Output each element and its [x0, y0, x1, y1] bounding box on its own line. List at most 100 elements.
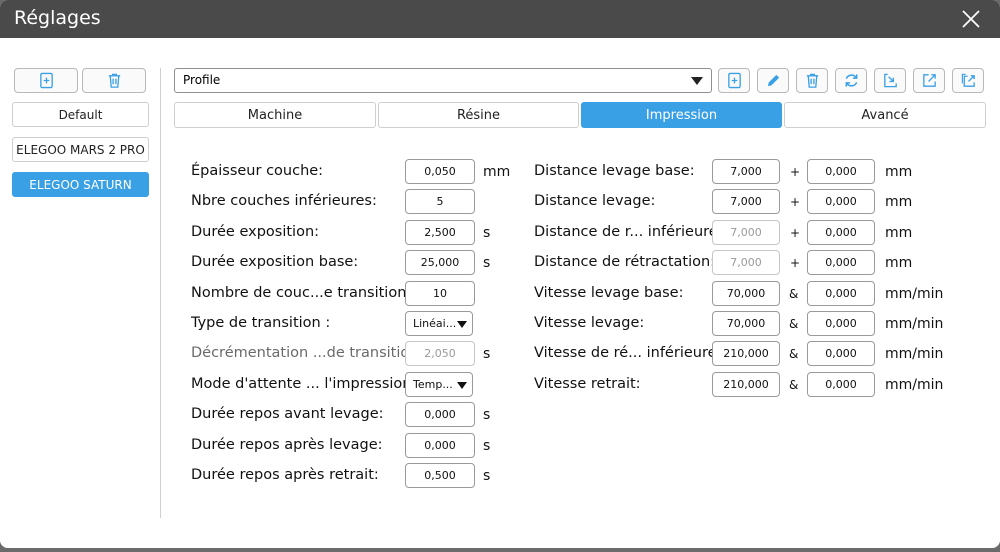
- add-icon: [39, 72, 53, 89]
- bottom-layers-input[interactable]: 5: [405, 189, 475, 214]
- lift-speed-extra-input[interactable]: 0,000: [807, 311, 875, 336]
- param-label: Mode d'attente ... l'impression :: [191, 376, 421, 392]
- chevron-down-icon: [691, 77, 703, 85]
- retract-distance-input: 7,000: [712, 250, 780, 275]
- base-lift-distance-input[interactable]: 7,000: [712, 159, 780, 184]
- profile-select-value: Profile: [183, 73, 221, 87]
- chevron-down-icon: [457, 321, 467, 328]
- import-button[interactable]: [874, 68, 906, 93]
- tab-label: Avancé: [861, 107, 909, 123]
- chevron-down-icon: [457, 382, 467, 389]
- bottom-retract-distance-input: 7,000: [712, 220, 780, 245]
- rest-before-lift-input[interactable]: 0,000: [405, 402, 475, 427]
- param-label: Durée repos avant levage:: [191, 406, 384, 422]
- delete-button[interactable]: [796, 68, 828, 93]
- layer-thickness-input[interactable]: 0,050: [405, 159, 475, 184]
- transition-decrement-input: 2,050: [405, 341, 475, 366]
- param-unit: s: [483, 225, 491, 241]
- profile-item-elegoo-saturn[interactable]: ELEGOO SATURN: [12, 172, 149, 197]
- profile-label: ELEGOO MARS 2 PRO: [16, 142, 145, 157]
- transition-layers-input[interactable]: 10: [405, 281, 475, 306]
- tab-label: Résine: [456, 107, 501, 123]
- lift-distance-extra-input[interactable]: 0,000: [807, 189, 875, 214]
- tab-label: Machine: [247, 107, 303, 123]
- add-button[interactable]: [718, 68, 750, 93]
- base-lift-speed-extra-input[interactable]: 0,000: [807, 281, 875, 306]
- import-icon: [883, 73, 897, 88]
- retract-speed-input[interactable]: 210,000: [712, 372, 780, 397]
- sidebar-divider: [160, 68, 161, 518]
- profile-item-elegoo-mars-2-pro[interactable]: ELEGOO MARS 2 PRO: [12, 137, 149, 162]
- param-operator: &: [789, 347, 799, 361]
- tab-resine[interactable]: Résine: [378, 102, 579, 128]
- param-unit: mm: [483, 164, 511, 180]
- param-label: Durée repos après levage:: [191, 437, 383, 453]
- param-operator: &: [789, 287, 799, 301]
- close-button[interactable]: [960, 8, 982, 30]
- bottom-retract-distance-extra-input[interactable]: 0,000: [807, 220, 875, 245]
- profile-select[interactable]: Profile: [174, 68, 712, 93]
- export-button[interactable]: [913, 68, 945, 93]
- transition-type-select[interactable]: Linéai...: [405, 311, 473, 336]
- param-label: Vitesse retrait:: [534, 376, 641, 392]
- param-label: Vitesse levage base:: [534, 285, 684, 301]
- close-icon: [962, 10, 980, 28]
- param-unit: mm/min: [885, 377, 944, 393]
- param-operator: +: [790, 195, 801, 209]
- trash-icon: [806, 73, 818, 88]
- refresh-button[interactable]: [835, 68, 867, 93]
- param-unit: mm: [885, 255, 913, 271]
- profile-label: Default: [58, 107, 103, 122]
- window-title: Réglages: [14, 7, 101, 29]
- exposure-time-input[interactable]: 2,500: [405, 220, 475, 245]
- lift-distance-input[interactable]: 7,000: [712, 189, 780, 214]
- param-label: Durée exposition:: [191, 224, 320, 240]
- param-label: Vitesse levage:: [534, 315, 645, 331]
- rest-after-retract-input[interactable]: 0,500: [405, 463, 475, 488]
- param-unit: mm/min: [885, 316, 944, 332]
- param-unit: s: [483, 255, 491, 271]
- base-lift-distance-extra-input[interactable]: 0,000: [807, 159, 875, 184]
- lift-speed-input[interactable]: 70,000: [712, 311, 780, 336]
- param-label: Distance levage:: [534, 193, 656, 209]
- param-label: Décrémentation ...de transition :: [191, 345, 428, 361]
- retract-speed-extra-input[interactable]: 0,000: [807, 372, 875, 397]
- export-all-button[interactable]: [952, 68, 984, 93]
- tab-machine[interactable]: Machine: [174, 102, 376, 128]
- transition-type-value: Linéai...: [413, 317, 457, 330]
- tab-impression[interactable]: Impression: [581, 102, 782, 128]
- retract-distance-extra-input[interactable]: 0,000: [807, 250, 875, 275]
- bottom-retract-speed-input[interactable]: 210,000: [712, 341, 780, 366]
- rest-after-lift-input[interactable]: 0,000: [405, 433, 475, 458]
- settings-window: Réglages Default ELEGOO MARS 2 PRO ELEGO…: [0, 0, 1000, 548]
- tab-label: Impression: [645, 107, 718, 123]
- param-label: Vitesse de ré... inférieure :: [534, 345, 727, 361]
- param-unit: s: [483, 468, 491, 484]
- param-operator: &: [789, 378, 799, 392]
- settings-content: Default ELEGOO MARS 2 PRO ELEGOO SATURN …: [0, 38, 1000, 548]
- add-icon: [727, 72, 741, 89]
- base-lift-speed-input[interactable]: 70,000: [712, 281, 780, 306]
- param-label: Distance de rétractation:: [534, 254, 716, 270]
- param-unit: mm: [885, 194, 913, 210]
- param-operator: +: [790, 226, 801, 240]
- bottom-retract-speed-extra-input[interactable]: 0,000: [807, 341, 875, 366]
- base-exposure-time-input[interactable]: 25,000: [405, 250, 475, 275]
- title-bar: Réglages: [0, 0, 1000, 38]
- param-label: Type de transition :: [191, 315, 331, 331]
- param-label: Épaisseur couche:: [191, 163, 324, 179]
- param-unit: mm: [885, 225, 913, 241]
- param-label: Distance de r... inférieure :: [534, 224, 728, 240]
- tab-avance[interactable]: Avancé: [784, 102, 986, 128]
- wait-mode-select[interactable]: Temp...: [405, 372, 473, 397]
- param-label: Durée exposition base:: [191, 254, 359, 270]
- param-unit: mm: [885, 164, 913, 180]
- add-profile-button[interactable]: [14, 68, 78, 93]
- export-icon: [922, 74, 936, 87]
- param-label: Nbre couches inférieures:: [191, 193, 377, 209]
- refresh-icon: [845, 74, 857, 87]
- delete-profile-button[interactable]: [82, 68, 146, 93]
- edit-button[interactable]: [757, 68, 789, 93]
- profile-item-default[interactable]: Default: [12, 102, 149, 127]
- param-operator: +: [790, 165, 801, 179]
